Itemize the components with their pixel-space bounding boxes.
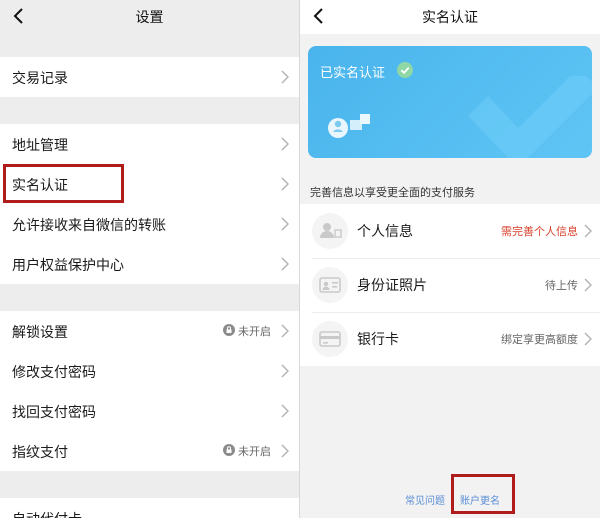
settings-item-label: 自动代付卡 — [12, 509, 82, 518]
page-title: 实名认证 — [422, 10, 478, 26]
highlight-box — [451, 474, 515, 514]
person-id-icon — [312, 213, 348, 249]
settings-item-fingerprint-pay[interactable]: 指纹支付 未开启 — [0, 431, 299, 471]
bank-card-row[interactable]: 银行卡 绑定享更高额度 — [300, 312, 600, 366]
verification-card: 已实名认证 — [308, 46, 592, 158]
chevron-right-icon — [281, 177, 289, 191]
settings-item-wechat-transfer[interactable]: 允许接收来自微信的转账 — [0, 204, 299, 244]
chevron-right-icon — [584, 332, 592, 346]
settings-item-label: 指纹支付 — [12, 445, 68, 461]
bank-card-icon — [312, 321, 348, 357]
settings-item-unlock-settings[interactable]: 解锁设置 未开启 — [0, 311, 299, 351]
status-text: 待上传 — [545, 279, 578, 292]
real-name-auth-screen: 实名认证 已实名认证 完善信息以享受更全面的支付服务 个人信息 需完善个人信息 … — [300, 0, 600, 518]
chevron-right-icon — [281, 364, 289, 378]
settings-item-label: 地址管理 — [12, 138, 68, 154]
id-card-icon — [312, 267, 348, 303]
settings-item-label: 修改支付密码 — [12, 365, 96, 381]
id-badge-icon — [328, 114, 370, 138]
chevron-right-icon — [281, 70, 289, 84]
status-text: 未开启 — [238, 445, 271, 458]
faq-link[interactable]: 常见问题 — [405, 492, 445, 507]
chevron-right-icon — [584, 278, 592, 292]
chevron-right-icon — [281, 404, 289, 418]
settings-item-label: 找回支付密码 — [12, 405, 96, 421]
settings-item-label: 允许接收来自微信的转账 — [12, 218, 166, 234]
chevron-right-icon — [281, 137, 289, 151]
status-text: 未开启 — [238, 325, 271, 338]
highlight-box — [3, 164, 124, 203]
settings-item-change-pay-password[interactable]: 修改支付密码 — [0, 351, 299, 391]
personal-info-row[interactable]: 个人信息 需完善个人信息 — [300, 204, 600, 258]
check-circle-icon — [397, 62, 413, 78]
info-label: 个人信息 — [357, 224, 413, 240]
settings-item-label: 用户权益保护中心 — [12, 258, 124, 274]
id-photo-row[interactable]: 身份证照片 待上传 — [300, 258, 600, 312]
verified-status-text: 已实名认证 — [320, 66, 386, 81]
status-text: 绑定享更高额度 — [501, 333, 578, 346]
settings-item-auto-pay-card[interactable]: 自动代付卡 — [0, 498, 299, 518]
checkmark-watermark-icon — [468, 76, 592, 158]
chevron-right-icon — [281, 444, 289, 458]
status-text: 需完善个人信息 — [501, 225, 578, 238]
info-list: 个人信息 需完善个人信息 身份证照片 待上传 银行卡 绑定享更高额度 — [300, 204, 600, 366]
settings-navbar: 设置 — [0, 0, 299, 34]
auth-navbar: 实名认证 — [300, 0, 600, 34]
info-label: 银行卡 — [357, 332, 399, 348]
lock-icon — [223, 324, 235, 336]
settings-item-address-management[interactable]: 地址管理 — [0, 124, 299, 164]
info-label: 身份证照片 — [357, 278, 427, 294]
chevron-right-icon — [281, 217, 289, 231]
settings-item-user-rights-center[interactable]: 用户权益保护中心 — [0, 244, 299, 284]
chevron-right-icon — [281, 324, 289, 338]
settings-item-label: 解锁设置 — [12, 325, 68, 341]
lock-icon — [223, 444, 235, 456]
page-title: 设置 — [135, 10, 164, 26]
settings-screen: 设置 交易记录 地址管理 实名认证 允许接收来自微信的转账 用户权益保护中心 解… — [0, 0, 299, 518]
chevron-right-icon — [584, 224, 592, 238]
chevron-right-icon — [281, 257, 289, 271]
section-hint-text: 完善信息以享受更全面的支付服务 — [310, 186, 475, 199]
settings-item-transaction-records[interactable]: 交易记录 — [0, 57, 299, 97]
settings-item-label: 交易记录 — [12, 71, 68, 87]
settings-item-recover-pay-password[interactable]: 找回支付密码 — [0, 391, 299, 431]
